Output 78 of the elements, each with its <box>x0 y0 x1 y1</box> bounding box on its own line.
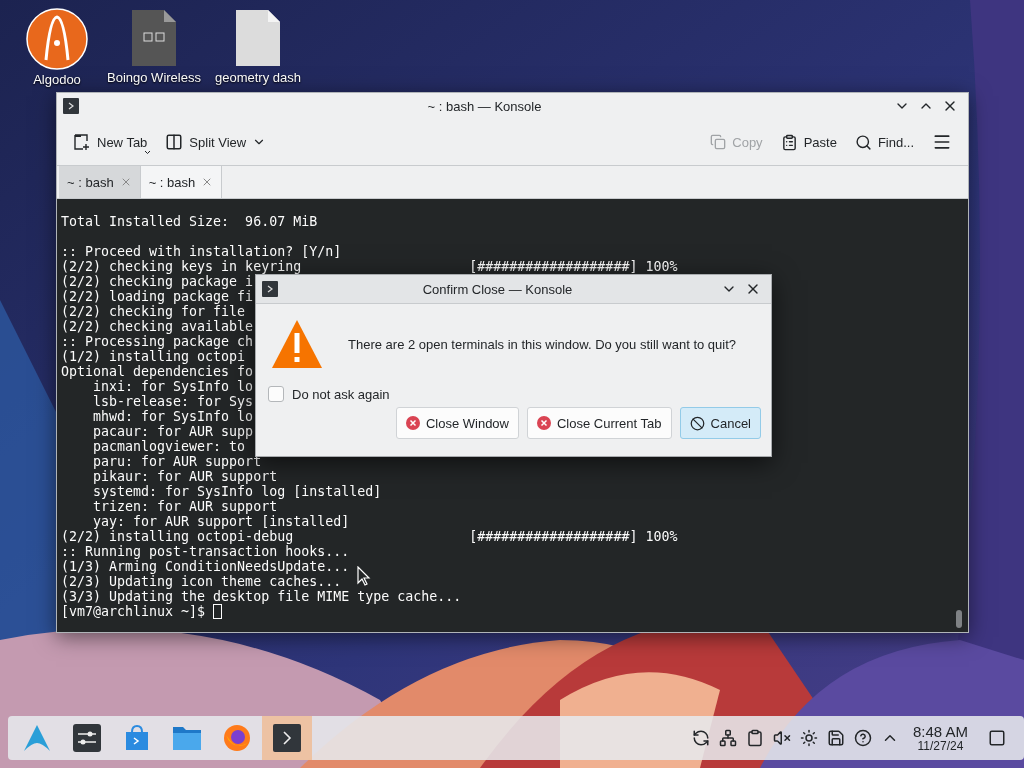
terminal-line: (1/2) installing octopi <box>61 349 246 364</box>
menu-icon[interactable] <box>932 132 952 152</box>
clock-date[interactable]: 11/27/24 <box>917 739 964 753</box>
terminal-line: inxi: for SysInfo lo <box>92 379 254 394</box>
progress-text: [###################] 100% <box>469 529 678 544</box>
toolbar-button[interactable]: Find... <box>848 129 920 155</box>
shopping-bag-icon[interactable] <box>123 724 151 752</box>
terminal-icon <box>63 98 79 114</box>
terminal-line: pacmanlogviewer: to <box>92 439 246 454</box>
terminal-line: pikaur: for AUR support <box>92 469 278 484</box>
checkbox[interactable] <box>268 386 284 402</box>
taskbar-item[interactable] <box>262 716 312 760</box>
dialog-button[interactable]: Close Current Tab <box>527 407 672 439</box>
terminal-line: pacaur: for AUR supp <box>92 424 254 439</box>
volume-muted-icon[interactable] <box>772 729 791 747</box>
app-logo-icon[interactable] <box>26 8 88 70</box>
terminal-line: mhwd: for SysInfo lo <box>92 409 254 424</box>
terminal-line: Optional dependencies fo <box>61 364 254 379</box>
terminal-line: yay: for AUR support [installed] <box>92 514 350 529</box>
progress-text: [###################] 100% <box>469 259 678 274</box>
toolbar-button[interactable]: New Tab <box>67 129 154 155</box>
mouse-pointer-icon <box>357 566 371 586</box>
file-icon[interactable] <box>234 8 282 68</box>
fox-globe-icon[interactable] <box>222 723 252 753</box>
terminal-line: lsb-release: for Sys <box>92 394 254 409</box>
terminal-line: (2/3) Updating icon theme caches... <box>61 574 342 589</box>
terminal-line: (2/2) checking keys in keyring <box>61 259 302 274</box>
terminal-tab[interactable]: ~ : bash <box>140 166 223 198</box>
terminal-icon[interactable] <box>273 724 301 752</box>
scrollbar-thumb[interactable] <box>956 610 962 628</box>
clipboard-icon[interactable] <box>745 729 764 747</box>
caret-icon <box>144 150 152 155</box>
terminal-line: (2/2) checking package i <box>61 274 254 289</box>
close-circle-icon <box>405 416 420 430</box>
terminal-line: [vm7@archlinux ~]$ <box>61 604 207 619</box>
terminal-line: (1/3) Arming ConditionNeedsUpdate... <box>61 559 350 574</box>
desktop-icon-label[interactable]: Algodoo <box>33 72 81 87</box>
split-view-icon <box>165 133 184 151</box>
dialog-button[interactable]: Close Window <box>395 407 519 439</box>
folder-icon[interactable] <box>172 725 202 751</box>
toolbar-button[interactable]: Split View <box>159 129 273 155</box>
terminal-line: (3/3) Updating the desktop file MIME type cache... <box>61 589 462 604</box>
close-circle-icon <box>537 416 551 430</box>
dialog-message: There are 2 open terminals in this window. Do you still want to quit? <box>348 336 737 352</box>
checkbox-label[interactable]: Do not ask again <box>292 386 390 402</box>
terminal-line: systemd: for SysInfo log [installed] <box>92 484 382 499</box>
terminal-line: :: Running post-transaction hooks... <box>61 544 350 559</box>
toolbar-button[interactable]: Paste <box>774 129 843 155</box>
terminal-line: (2/2) checking available <box>61 319 254 334</box>
terminal-line: :: Processing package ch <box>61 334 254 349</box>
cancel-icon <box>689 415 705 431</box>
terminal-line: (2/2) installing octopi-debug <box>61 529 294 544</box>
terminal-line: Total Installed Size: 96.07 MiB <box>61 214 318 229</box>
terminal-tab[interactable]: ~ : bash <box>59 166 141 198</box>
new-tab-icon <box>73 133 91 151</box>
terminal-line: trizen: for AUR support <box>92 499 278 514</box>
network-icon[interactable] <box>718 729 737 747</box>
window-title: ~ : bash — Konsole <box>426 98 543 114</box>
desktop-icon-label[interactable]: Boingo Wireless <box>107 70 201 85</box>
search-icon <box>854 133 872 151</box>
show-desktop-icon[interactable] <box>988 729 1006 747</box>
copy-icon <box>710 134 727 150</box>
terminal-icon <box>262 281 278 297</box>
brightness-icon[interactable] <box>799 729 818 747</box>
dialog-title: Confirm Close — Konsole <box>421 281 574 297</box>
terminal-line: (2/2) loading package fi <box>61 289 254 304</box>
warning-icon <box>270 318 324 370</box>
update-icon[interactable] <box>691 729 710 747</box>
desktop-icon-label[interactable]: geometry dash <box>215 70 301 85</box>
terminal-line: (2/2) checking for file <box>61 304 246 319</box>
sliders-icon[interactable] <box>73 724 101 752</box>
terminal-line: paru: for AUR support <box>92 454 262 469</box>
dialog-button[interactable]: Cancel <box>679 407 761 439</box>
help-icon[interactable] <box>853 729 872 747</box>
terminal-line: :: Proceed with installation? [Y/n] <box>61 244 342 259</box>
clock-time[interactable]: 8:48 AM <box>912 723 968 740</box>
file-icon[interactable] <box>130 8 178 68</box>
clipboard-icon <box>780 133 798 151</box>
